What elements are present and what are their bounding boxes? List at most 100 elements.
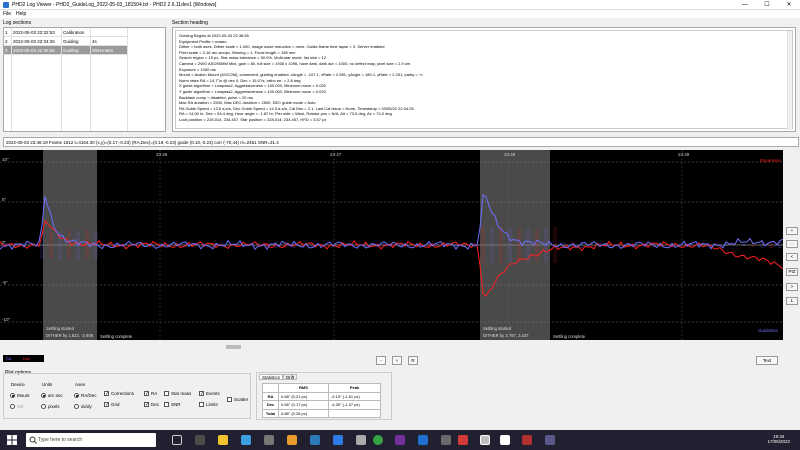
nav-plus-button[interactable]: + (392, 356, 402, 365)
column-divider (61, 28, 62, 131)
menu-help[interactable]: Help (16, 11, 26, 17)
menu-bar: File Help (0, 10, 800, 18)
task-view-icon[interactable] (172, 435, 182, 445)
app-icon[interactable] (395, 435, 405, 445)
device-mount-label: Mount (17, 393, 30, 398)
heading-line: Pixel scale = 3.16 arc-sec/px, Binning =… (179, 49, 296, 55)
search-icon (29, 436, 37, 444)
grid-label: Grid (111, 402, 120, 407)
axes-radec-radio[interactable] (74, 393, 79, 398)
phd2-icon[interactable] (480, 435, 490, 445)
limits-label: Limits (206, 402, 218, 407)
graph-horizontal-scrollbar[interactable] (0, 343, 783, 350)
corrections-checkbox[interactable]: ✓ (104, 391, 109, 397)
row-label: Dec (262, 400, 279, 410)
units-pixels-label: pixels (48, 404, 60, 409)
heading-line: Dither = both axes, Dither scale = 1.000… (179, 44, 385, 50)
snr-checkbox[interactable] (164, 402, 169, 407)
table-row: Dec 0.56" (0.17 px) -4.35" (-1.37 px) (262, 400, 381, 410)
row-label: Total (262, 408, 279, 418)
frame-info-text: 2022-05-03 23:46:19 Frame 1612 t=4164.30… (6, 140, 279, 145)
star-mass-checkbox[interactable] (164, 391, 169, 396)
dec-checkbox[interactable]: ✓ (144, 402, 149, 408)
limits-checkbox[interactable] (199, 402, 204, 407)
vertical-scrollbar[interactable] (787, 31, 792, 130)
system-clock[interactable]: 19:34 17/05/2022 (767, 434, 790, 444)
app-icon[interactable] (522, 435, 532, 445)
zoom-in-button[interactable]: + (786, 227, 798, 235)
app-icon[interactable] (264, 435, 274, 445)
axes-dxdy-radio[interactable] (74, 404, 79, 409)
menu-file[interactable]: File (3, 11, 11, 17)
device-ao-radio[interactable] (10, 404, 15, 409)
table-header-row: RMS Peak (262, 383, 381, 393)
time-tick-label: 23:46 (156, 152, 168, 157)
statistics-panel: Statistics Drift RMS Peak RA 0.68" (0.21… (256, 372, 392, 420)
scroll-left-button[interactable]: < (786, 253, 798, 261)
app-icon[interactable] (545, 435, 555, 445)
log-section-row[interactable]: 2 2022-05-03 22:34:26 Guiding 4s (4, 37, 128, 46)
zoom-out-button[interactable]: - (786, 240, 798, 248)
header-peak: Peak (328, 383, 381, 393)
y-tick-label: -10" (2, 317, 11, 322)
dec-check-label: Dec (151, 402, 160, 407)
nav-reset-button[interactable]: R (408, 356, 418, 365)
units-pixels-radio[interactable] (41, 404, 46, 409)
taskbar: Type here to search 19:34 17/05/2022 (0, 430, 800, 450)
scroll-right-button[interactable]: > (786, 283, 798, 291)
app-icon[interactable] (500, 435, 510, 445)
grid-checkbox[interactable]: ✓ (104, 402, 109, 408)
scrollbar-thumb[interactable] (226, 345, 241, 349)
y-tick-label: 10" (2, 157, 9, 162)
device-mount-radio[interactable] (10, 393, 15, 398)
app-icon[interactable] (310, 435, 320, 445)
tab-drift[interactable]: Drift (283, 374, 298, 380)
event-annotation-detail: DITHER by 1.622, -2.908 (46, 333, 94, 338)
tab-statistics[interactable]: Statistics (259, 374, 284, 380)
legend-top-label: Expansion (760, 158, 782, 163)
units-arcsec-radio[interactable] (41, 393, 46, 398)
nav-minus-button[interactable]: - (376, 356, 386, 365)
minimize-button[interactable]: — (734, 0, 756, 10)
frame-info-bar: 2022-05-03 23:46:19 Frame 1612 t=4164.30… (3, 137, 799, 147)
rms-cell: 0.56" (0.17 px) (278, 400, 329, 410)
heading-line: Guiding Begins at 2022-05-03 22:36:55 (179, 33, 249, 38)
windows-start-icon[interactable] (7, 435, 17, 445)
maximize-button[interactable]: ☐ (756, 0, 778, 10)
corrections-label: Corrections (111, 391, 135, 396)
app-icon[interactable] (418, 435, 428, 445)
guide-graph[interactable]: 10" 5" 0" -5" -10" 23:46 23:47 23:48 23:49 Expans… (0, 150, 784, 340)
axes-label: Axes (75, 382, 86, 387)
events-label: Events (206, 391, 220, 396)
scatter-checkbox[interactable] (227, 397, 232, 402)
section-heading-panel: Guiding Begins at 2022-05-03 22:36:55 Equ… (172, 27, 796, 132)
column-divider (11, 28, 12, 131)
ra-checkbox[interactable]: ✓ (144, 391, 149, 397)
vscode-icon[interactable] (333, 435, 343, 445)
log-section-row[interactable]: 1 2022-05-03 22:32:53 Calibration (4, 28, 128, 37)
piz-button[interactable]: PIZ (786, 268, 798, 276)
star-mass-label: Star mass (171, 391, 192, 396)
units-arcsec-label: arc-sec (48, 393, 63, 398)
app-icon[interactable] (195, 435, 205, 445)
row-timestamp: 2022-05-03 22:34:26 (13, 39, 55, 44)
title-bar: PHD2 Log Viewer - PHD2_GuideLog_2022-05-… (0, 0, 800, 10)
taskbar-search[interactable]: Type here to search (26, 433, 156, 447)
file-explorer-icon[interactable] (218, 435, 228, 445)
close-button[interactable]: ✕ (778, 0, 800, 10)
events-checkbox[interactable]: ✓ (199, 391, 204, 397)
section-heading-text[interactable]: Guiding Begins at 2022-05-03 22:36:55 Equ… (175, 30, 793, 130)
app-icon[interactable] (356, 435, 366, 445)
search-placeholder: Type here to search (38, 437, 83, 443)
mail-icon[interactable] (241, 435, 251, 445)
app-icon[interactable] (458, 435, 468, 445)
limits-button[interactable]: L (786, 297, 798, 305)
device-ao-label: AO (17, 404, 24, 409)
app-icon[interactable] (287, 435, 297, 445)
chrome-icon[interactable] (373, 435, 383, 445)
log-sections-list[interactable]: 1 2022-05-03 22:32:53 Calibration 2 2022… (3, 27, 166, 132)
log-section-row-selected[interactable]: 3 2022-05-03 22:36:55 Guiding 3h51m56s (4, 46, 128, 55)
app-icon[interactable] (441, 435, 451, 445)
text-button[interactable]: Text (756, 356, 778, 365)
row-timestamp: 2022-05-03 22:36:55 (13, 48, 55, 53)
